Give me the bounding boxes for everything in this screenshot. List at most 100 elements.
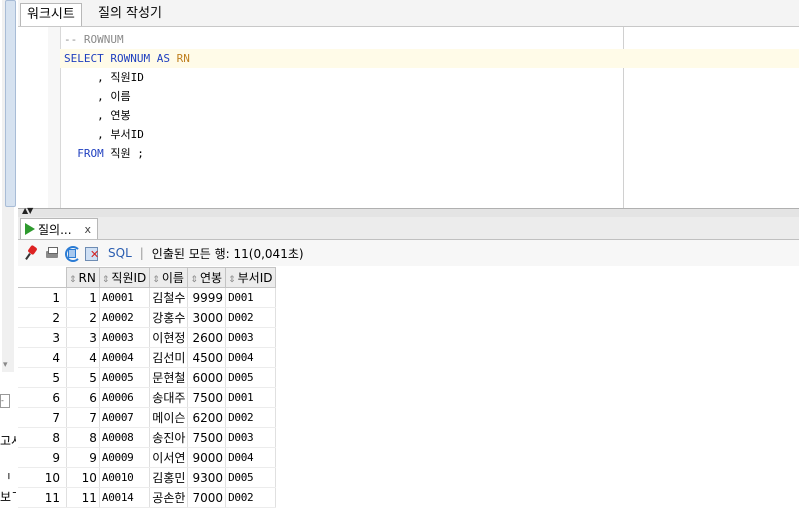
cell-salary[interactable]: 9300 — [187, 467, 227, 488]
column-header-rn[interactable]: ⇕ RN — [66, 267, 100, 288]
table-row[interactable]: 9 9 A0009 이서연 9000 D004 — [18, 447, 277, 468]
cell-rn[interactable]: 5 — [66, 367, 100, 388]
cell-salary[interactable]: 2600 — [187, 327, 227, 348]
cell-empid[interactable]: A0006 — [99, 387, 151, 408]
cell-empid[interactable]: A0007 — [99, 407, 151, 428]
cell-deptid[interactable]: D003 — [225, 427, 277, 448]
cell-deptid[interactable]: D004 — [225, 447, 277, 468]
row-number[interactable]: 11 — [18, 487, 67, 508]
cell-name[interactable]: 이서연 — [149, 447, 189, 468]
cell-deptid[interactable]: D003 — [225, 327, 277, 348]
table-row[interactable]: 1 1 A0001 김철수 9999 D001 — [18, 287, 277, 308]
cell-name[interactable]: 김철수 — [149, 287, 189, 308]
cell-deptid[interactable]: D001 — [225, 287, 277, 308]
code-line: , 이름 — [64, 87, 799, 106]
pin-icon[interactable] — [24, 245, 40, 261]
table-row[interactable]: 11 11 A0014 공손한 7000 D002 — [18, 487, 277, 508]
cancel-query-icon[interactable] — [84, 245, 100, 261]
result-grid[interactable]: ⇕ RN ⇕ 직원ID ⇕ 이름 ⇕ 연봉 ⇕ 부서ID 1 1 A0001 김철수 9999 D0… — [18, 267, 799, 519]
row-number[interactable]: 7 — [18, 407, 67, 428]
cell-rn[interactable]: 2 — [66, 307, 100, 328]
cell-empid[interactable]: A0009 — [99, 447, 151, 468]
row-number[interactable]: 6 — [18, 387, 67, 408]
left-scrollbar-thumb[interactable] — [5, 0, 16, 207]
table-row[interactable]: 8 8 A0008 송진아 7500 D003 — [18, 427, 277, 448]
tab-query-builder[interactable]: 질의 작성기 — [92, 3, 168, 25]
cell-rn[interactable]: 11 — [66, 487, 100, 508]
cell-empid[interactable]: A0001 — [99, 287, 151, 308]
row-number[interactable]: 1 — [18, 287, 67, 308]
left-scrollbar[interactable] — [2, 0, 16, 372]
table-row[interactable]: 4 4 A0004 김선미 4500 D004 — [18, 347, 277, 368]
column-header-empid[interactable]: ⇕ 직원ID — [98, 267, 151, 288]
print-icon[interactable] — [44, 245, 60, 261]
cell-salary[interactable]: 3000 — [187, 307, 227, 328]
table-row[interactable]: 2 2 A0002 강홍수 3000 D002 — [18, 307, 277, 328]
cell-empid[interactable]: A0008 — [99, 427, 151, 448]
cell-deptid[interactable]: D002 — [225, 407, 277, 428]
cell-rn[interactable]: 9 — [66, 447, 100, 468]
column-header-deptid[interactable]: ⇕ 부서ID — [225, 267, 277, 288]
minimize-icon[interactable]: - — [0, 394, 10, 408]
scroll-down-icon[interactable]: ▾ — [3, 360, 8, 370]
cell-deptid[interactable]: D005 — [225, 467, 277, 488]
cell-name[interactable]: 이현정 — [149, 327, 189, 348]
refresh-icon[interactable] — [64, 245, 81, 262]
cell-deptid[interactable]: D004 — [225, 347, 277, 368]
tab-query-result[interactable]: 질의... x — [20, 218, 99, 239]
cell-rn[interactable]: 1 — [66, 287, 100, 308]
cell-rn[interactable]: 10 — [66, 467, 100, 488]
cell-salary[interactable]: 6000 — [187, 367, 227, 388]
row-number[interactable]: 8 — [18, 427, 67, 448]
row-number[interactable]: 4 — [18, 347, 67, 368]
cell-empid[interactable]: A0005 — [99, 367, 151, 388]
cell-empid[interactable]: A0002 — [99, 307, 151, 328]
cell-salary[interactable]: 4500 — [187, 347, 227, 368]
table-row[interactable]: 6 6 A0006 송대주 7500 D001 — [18, 387, 277, 408]
row-number[interactable]: 5 — [18, 367, 67, 388]
cell-name[interactable]: 송진아 — [149, 427, 189, 448]
cell-salary[interactable]: 7500 — [187, 387, 227, 408]
row-number[interactable]: 3 — [18, 327, 67, 348]
close-icon[interactable]: x — [85, 223, 92, 236]
cell-salary[interactable]: 7000 — [187, 487, 227, 508]
cell-rn[interactable]: 6 — [66, 387, 100, 408]
sql-editor[interactable]: -- ROWNUM SELECT ROWNUM AS RN , 직원ID , 이… — [18, 27, 799, 208]
cell-salary[interactable]: 9999 — [187, 287, 227, 308]
cell-empid[interactable]: A0010 — [99, 467, 151, 488]
column-header-name[interactable]: ⇕ 이름 — [149, 267, 189, 288]
cell-rn[interactable]: 3 — [66, 327, 100, 348]
cell-salary[interactable]: 6200 — [187, 407, 227, 428]
cell-name[interactable]: 메이슨 — [149, 407, 189, 428]
cell-rn[interactable]: 4 — [66, 347, 100, 368]
cell-name[interactable]: 강홍수 — [149, 307, 189, 328]
cell-name[interactable]: 김선미 — [149, 347, 189, 368]
cell-deptid[interactable]: D002 — [225, 487, 277, 508]
row-number[interactable]: 10 — [18, 467, 67, 488]
cell-name[interactable]: 송대주 — [149, 387, 189, 408]
collapse-arrows-icon[interactable]: ▲▼ — [22, 206, 33, 215]
cell-name[interactable]: 김홍민 — [149, 467, 189, 488]
cell-deptid[interactable]: D001 — [225, 387, 277, 408]
cell-name[interactable]: 공손한 — [149, 487, 189, 508]
table-row[interactable]: 5 5 A0005 문현철 6000 D005 — [18, 367, 277, 388]
column-header-salary[interactable]: ⇕ 연봉 — [187, 267, 227, 288]
cell-rn[interactable]: 8 — [66, 427, 100, 448]
cell-salary[interactable]: 7500 — [187, 427, 227, 448]
sql-link[interactable]: SQL — [108, 246, 132, 260]
table-row[interactable]: 7 7 A0007 메이슨 6200 D002 — [18, 407, 277, 428]
cell-empid[interactable]: A0014 — [99, 487, 151, 508]
table-row[interactable]: 3 3 A0003 이현정 2600 D003 — [18, 327, 277, 348]
table-row[interactable]: 10 10 A0010 김홍민 9300 D005 — [18, 467, 277, 488]
cell-deptid[interactable]: D005 — [225, 367, 277, 388]
cell-rn[interactable]: 7 — [66, 407, 100, 428]
row-number[interactable]: 9 — [18, 447, 67, 468]
cell-deptid[interactable]: D002 — [225, 307, 277, 328]
row-number[interactable]: 2 — [18, 307, 67, 328]
cell-empid[interactable]: A0004 — [99, 347, 151, 368]
cell-name[interactable]: 문현철 — [149, 367, 189, 388]
cell-empid[interactable]: A0003 — [99, 327, 151, 348]
cell-salary[interactable]: 9000 — [187, 447, 227, 468]
tab-worksheet[interactable]: 워크시트 — [20, 3, 82, 26]
code-area[interactable]: -- ROWNUM SELECT ROWNUM AS RN , 직원ID , 이… — [60, 30, 799, 163]
